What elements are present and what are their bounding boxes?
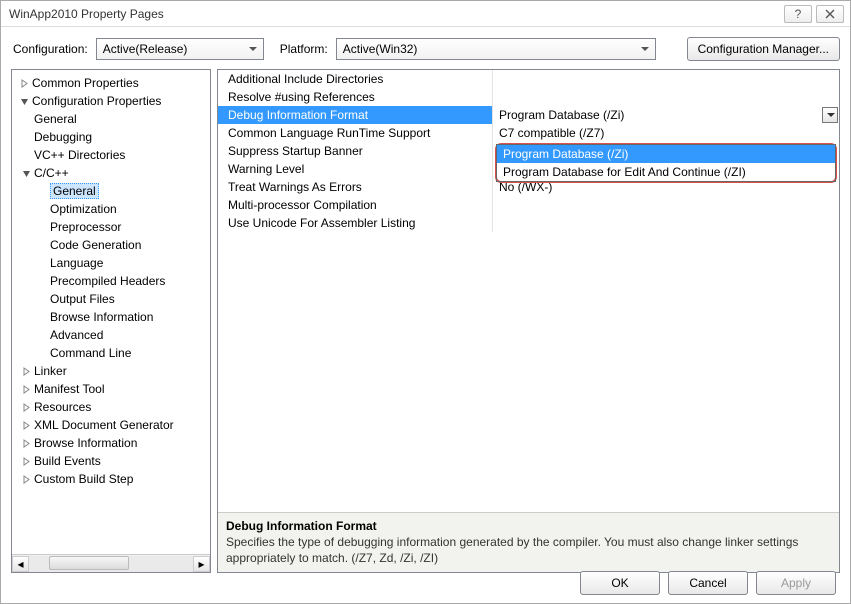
- prop-row-clr-support[interactable]: Common Language RunTime Support C7 compa…: [218, 124, 839, 142]
- chevron-right-icon: [18, 77, 30, 89]
- tree-item-advanced[interactable]: Advanced: [14, 326, 208, 344]
- close-button[interactable]: [816, 5, 844, 23]
- prop-value[interactable]: [493, 70, 839, 88]
- tree-item-configuration-properties[interactable]: Configuration Properties: [14, 92, 208, 110]
- dropdown-option-program-database[interactable]: Program Database (/Zi): [497, 145, 835, 163]
- scroll-left-button[interactable]: ◂: [12, 556, 29, 572]
- property-description-text: Specifies the type of debugging informat…: [226, 535, 831, 566]
- titlebar: WinApp2010 Property Pages ?: [1, 1, 850, 27]
- tree-item-precompiled-headers[interactable]: Precompiled Headers: [14, 272, 208, 290]
- tree-item-code-generation[interactable]: Code Generation: [14, 236, 208, 254]
- window-title: WinApp2010 Property Pages: [9, 7, 780, 21]
- tree-item-linker[interactable]: Linker: [14, 362, 208, 380]
- ok-button[interactable]: OK: [580, 571, 660, 595]
- tree-item-manifest-tool[interactable]: Manifest Tool: [14, 380, 208, 398]
- tree-item-output-files[interactable]: Output Files: [14, 290, 208, 308]
- tree-item-common-properties[interactable]: Common Properties: [14, 74, 208, 92]
- configuration-label: Configuration:: [13, 42, 88, 56]
- category-tree[interactable]: Common Properties Configuration Properti…: [12, 70, 210, 554]
- platform-combo[interactable]: Active(Win32): [336, 38, 656, 60]
- dropdown-option-program-database-edit-continue[interactable]: Program Database for Edit And Continue (…: [497, 163, 835, 181]
- tree-item-ccpp-general[interactable]: General: [14, 182, 208, 200]
- prop-name: Treat Warnings As Errors: [218, 178, 493, 196]
- tree-item-xml-doc-generator[interactable]: XML Document Generator: [14, 416, 208, 434]
- property-grid: Additional Include Directories Resolve #…: [218, 70, 839, 512]
- prop-row-multi-processor[interactable]: Multi-processor Compilation: [218, 196, 839, 214]
- tree-item-ccpp[interactable]: C/C++: [14, 164, 208, 182]
- prop-name: Common Language RunTime Support: [218, 124, 493, 142]
- tree-item-debugging[interactable]: Debugging: [14, 128, 208, 146]
- dropdown-button[interactable]: [822, 107, 838, 123]
- tree-item-command-line[interactable]: Command Line: [14, 344, 208, 362]
- scroll-track[interactable]: [29, 556, 193, 572]
- chevron-right-icon: [20, 437, 32, 449]
- tree-panel: Common Properties Configuration Properti…: [11, 69, 211, 573]
- configuration-combo[interactable]: Active(Release): [96, 38, 264, 60]
- tree-item-preprocessor[interactable]: Preprocessor: [14, 218, 208, 236]
- prop-name: Multi-processor Compilation: [218, 196, 493, 214]
- platform-value: Active(Win32): [343, 42, 418, 56]
- configuration-row: Configuration: Active(Release) Platform:…: [1, 27, 850, 69]
- platform-label: Platform:: [280, 42, 328, 56]
- prop-value[interactable]: Program Database (/Zi): [493, 106, 839, 124]
- chevron-right-icon: [20, 401, 32, 413]
- prop-row-debug-info-format[interactable]: Debug Information Format Program Databas…: [218, 106, 839, 124]
- prop-name: Warning Level: [218, 160, 493, 178]
- tree-item-vcpp-directories[interactable]: VC++ Directories: [14, 146, 208, 164]
- tree-item-optimization[interactable]: Optimization: [14, 200, 208, 218]
- tree-horizontal-scrollbar[interactable]: ◂ ▸: [12, 554, 210, 572]
- chevron-down-icon: [18, 95, 30, 107]
- property-pane: Additional Include Directories Resolve #…: [217, 69, 840, 573]
- prop-value[interactable]: [493, 214, 839, 232]
- prop-row-use-unicode-asm[interactable]: Use Unicode For Assembler Listing: [218, 214, 839, 232]
- help-button[interactable]: ?: [784, 5, 812, 23]
- scroll-thumb[interactable]: [49, 556, 129, 570]
- main-area: Common Properties Configuration Properti…: [1, 69, 850, 577]
- prop-name: Suppress Startup Banner: [218, 142, 493, 160]
- tree-item-build-events[interactable]: Build Events: [14, 452, 208, 470]
- prop-row-additional-include-dirs[interactable]: Additional Include Directories: [218, 70, 839, 88]
- tree-item-language[interactable]: Language: [14, 254, 208, 272]
- tree-item-browse-information-2[interactable]: Browse Information: [14, 434, 208, 452]
- property-description-box: Debug Information Format Specifies the t…: [218, 512, 839, 572]
- cancel-button[interactable]: Cancel: [668, 571, 748, 595]
- prop-name: Use Unicode For Assembler Listing: [218, 214, 493, 232]
- chevron-right-icon: [20, 383, 32, 395]
- prop-row-resolve-using[interactable]: Resolve #using References: [218, 88, 839, 106]
- configuration-value: Active(Release): [103, 42, 188, 56]
- prop-value[interactable]: C7 compatible (/Z7): [493, 124, 839, 142]
- chevron-right-icon: [20, 419, 32, 431]
- tree-item-resources[interactable]: Resources: [14, 398, 208, 416]
- tree-item-custom-build-step[interactable]: Custom Build Step: [14, 470, 208, 488]
- scroll-right-button[interactable]: ▸: [193, 556, 210, 572]
- chevron-right-icon: [20, 365, 32, 377]
- prop-name: Additional Include Directories: [218, 70, 493, 88]
- dialog-footer: OK Cancel Apply: [580, 571, 836, 595]
- chevron-right-icon: [20, 473, 32, 485]
- prop-value[interactable]: [493, 88, 839, 106]
- prop-name: Resolve #using References: [218, 88, 493, 106]
- prop-value-text: Program Database (/Zi): [499, 108, 624, 122]
- tree-item-browse-information[interactable]: Browse Information: [14, 308, 208, 326]
- debug-info-format-dropdown[interactable]: Program Database (/Zi) Program Database …: [495, 143, 837, 183]
- tree-item-general[interactable]: General: [14, 110, 208, 128]
- prop-value[interactable]: [493, 196, 839, 214]
- chevron-down-icon: [20, 167, 32, 179]
- property-description-title: Debug Information Format: [226, 519, 831, 533]
- chevron-right-icon: [20, 455, 32, 467]
- prop-name: Debug Information Format: [218, 106, 493, 124]
- apply-button[interactable]: Apply: [756, 571, 836, 595]
- configuration-manager-button[interactable]: Configuration Manager...: [687, 37, 840, 61]
